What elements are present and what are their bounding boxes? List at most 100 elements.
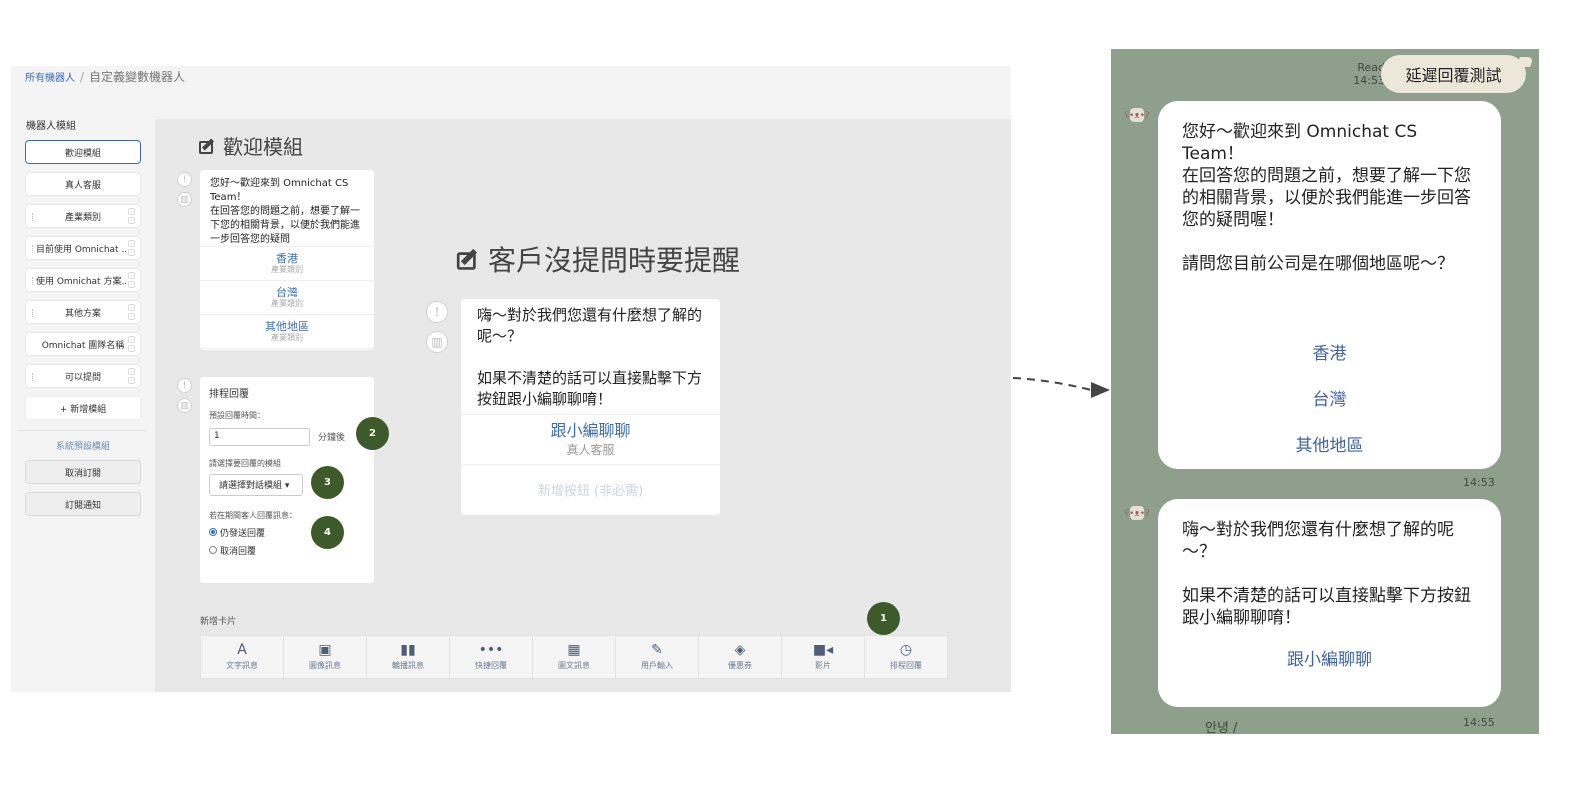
add-image-card-button[interactable]: ▣ 圖像訊息 [284,636,367,678]
tool-label: 排程回覆 [890,661,922,670]
add-schedule-reply-button[interactable]: ◷ 排程回覆 [865,636,947,678]
item-actions [128,240,136,257]
text-icon: A [237,642,247,658]
chat-quick-reply-hongkong[interactable]: 香港 [1158,331,1501,377]
bot-avatar: ʕ•ᴥ•ʔ [1124,506,1150,520]
quick-reply-target: 產業類別 [271,265,303,274]
delay-minutes-input[interactable]: 1 [209,427,310,446]
reminder-card-tools: ! ▥ [426,301,448,361]
read-label: Read [1357,61,1385,74]
reminder-textarea[interactable]: 嗨～對於我們您還有什麼想了解的呢～？ 如果不清楚的話可以直接點擊下方按鈕跟小編聊… [461,299,720,415]
delay-unit-label: 分鐘後 [318,433,346,443]
radio-cancel-reply[interactable]: 取消回覆 [209,544,365,557]
reminder-title-text: 客戶沒提問時要提醒 [488,244,741,277]
sidebar-item-welcome[interactable]: 歡迎模組 [25,140,141,164]
trash-icon[interactable] [128,217,135,224]
edit-icon[interactable] [199,137,217,154]
add-coupon-button[interactable]: ◈ 優惠券 [699,636,782,678]
quick-reply-hongkong[interactable]: 香港 產業類別 [200,247,374,281]
bubble-text: 嗨～對於我們您還有什麼想了解的呢～？ 如果不清楚的話可以直接點擊下方按鈕跟小編聊… [1182,520,1471,628]
sidebar-item-plan[interactable]: 使用 Omnichat 方案... [25,268,141,292]
schedule-reply-card: 排程回覆 預設回覆時間： 1 分鐘後 請選擇要回覆的模組 請選擇對話模組 ▾ 若在… [200,377,374,583]
trash-icon[interactable]: ▥ [177,192,192,207]
quick-reply-label: 其他地區 [265,320,309,333]
drag-handle-icon[interactable] [32,373,34,381]
during-reply-label: 若在期間客人回覆訊息： [209,510,297,520]
copy-icon[interactable] [128,304,135,311]
drag-handle-icon[interactable] [32,245,34,253]
tool-label: 快捷回覆 [475,661,507,670]
sidebar-item-label: 真人客服 [64,180,101,191]
copy-icon[interactable] [128,240,135,247]
sidebar-item-subscribe-notify[interactable]: 訂閱通知 [25,492,141,516]
quick-reply-other-region[interactable]: 其他地區 產業類別 [200,315,374,349]
add-quick-reply-button[interactable]: ••• 快捷回覆 [450,636,533,678]
quick-reply-target: 產業類別 [271,333,303,342]
copy-icon[interactable] [128,272,135,279]
trash-icon[interactable] [128,345,135,352]
add-carousel-card-button[interactable]: ▮▮ 輪播訊息 [367,636,450,678]
trash-icon[interactable] [128,313,135,320]
breadcrumb-all-bots-link[interactable]: 所有機器人 [25,73,75,84]
radio-button[interactable] [209,528,217,536]
sidebar-divider [19,430,147,431]
add-user-input-button[interactable]: ✎ 用戶輸入 [616,636,699,678]
video-icon: ■◂ [812,642,834,658]
add-module-button[interactable]: + 新增模組 [25,396,141,420]
sidebar-item-other-plan[interactable]: 其他方案 [25,300,141,324]
copy-icon[interactable] [128,208,135,215]
tool-label: 影片 [815,661,831,670]
sidebar-item-team-name[interactable]: Omnichat 團隊名稱 [25,332,141,356]
sidebar-item-current-use[interactable]: 目前使用 Omnichat ... [25,236,141,260]
module-select-dropdown[interactable]: 請選擇對話模組 ▾ [209,473,303,496]
flow-arrow-icon [1012,377,1110,398]
tool-label: 圖文訊息 [558,661,590,670]
chat-preview: Read 14:53 延遲回覆測試 ʕ•ᴥ•ʔ 您好～歡迎來到 Omnichat… [1111,49,1539,734]
image-icon: ▣ [318,642,332,658]
trash-icon[interactable] [128,281,135,288]
sidebar-item-label: 其他方案 [64,308,101,319]
welcome-message-card: 您好～歡迎來到 Omnichat CS Team！ 在回答您的問題之前，想要了解… [200,170,374,350]
drag-handle-icon[interactable] [32,309,34,317]
trash-icon[interactable] [128,249,135,256]
sidebar-item-label: Omnichat 團隊名稱 [41,340,125,351]
quick-reply-target: 產業類別 [271,299,303,308]
item-actions [128,304,136,321]
welcome-textarea[interactable]: 您好～歡迎來到 Omnichat CS Team！ 在回答您的問題之前，想要了解… [200,170,374,247]
sidebar-item-industry[interactable]: 產業類別 [25,204,141,228]
breadcrumb-separator: / [80,70,85,84]
copy-icon[interactable] [128,368,135,375]
radio-button[interactable] [209,546,217,554]
add-video-button[interactable]: ■◂ 影片 [782,636,865,678]
chat-quick-reply-other-region[interactable]: 其他地區 [1158,423,1501,469]
info-icon[interactable]: ! [177,172,192,187]
clock-icon: ◷ [899,642,913,658]
sidebar-item-label: 可以提問 [64,372,101,383]
tool-label: 優惠券 [728,661,752,670]
info-icon[interactable]: ! [426,301,448,323]
reminder-chat-button[interactable]: 跟小編聊聊 真人客服 [461,415,720,465]
edit-icon[interactable] [456,248,481,270]
add-imagemap-card-button[interactable]: ▦ 圖文訊息 [533,636,616,678]
info-icon[interactable]: ! [177,378,192,393]
trash-icon[interactable]: ▥ [426,331,448,353]
add-text-card-button[interactable]: A 文字訊息 [201,636,284,678]
item-actions [128,272,136,289]
sidebar-item-ask[interactable]: 可以提問 [25,364,141,388]
chat-button-talk-to-agent[interactable]: 跟小編聊聊 [1158,637,1501,683]
drag-handle-icon[interactable] [32,213,34,221]
sidebar-item-unsubscribe[interactable]: 取消訂閱 [25,460,141,484]
trash-icon[interactable]: ▥ [177,398,192,413]
module-select-label: 請選擇要回覆的模組 [209,458,281,468]
sidebar-item-label: 目前使用 Omnichat ... [35,244,131,255]
item-actions [128,336,136,353]
radio-label: 取消回覆 [220,546,257,557]
copy-icon[interactable] [128,336,135,343]
step-badge-1: 1 [867,602,900,635]
quick-reply-taiwan[interactable]: 台灣 產業類別 [200,281,374,315]
chat-quick-reply-taiwan[interactable]: 台灣 [1158,377,1501,423]
drag-handle-icon[interactable] [32,277,34,285]
sidebar-item-live-agent[interactable]: 真人客服 [25,172,141,196]
add-button-optional[interactable]: 新增按鈕 (非必需) [461,465,720,513]
trash-icon[interactable] [128,377,135,384]
